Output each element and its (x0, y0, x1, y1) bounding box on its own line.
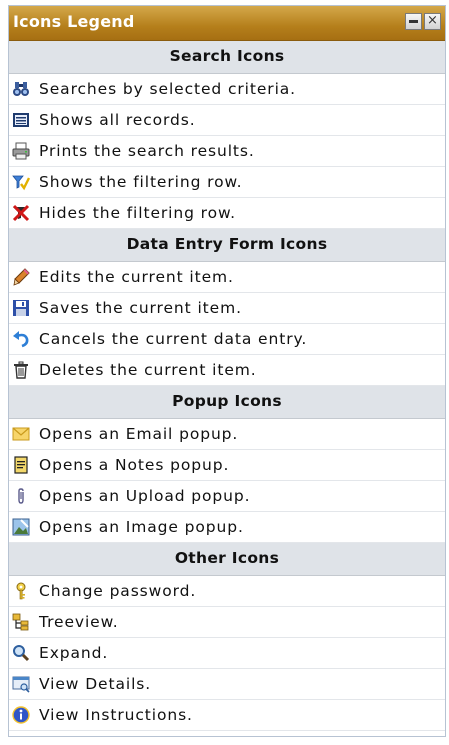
legend-item: Expand. (9, 638, 445, 669)
legend-item: View Instructions. (9, 700, 445, 731)
legend-item-label: Edits the current item. (39, 268, 234, 286)
key-icon (12, 582, 30, 600)
legend-item-label: Prints the search results. (39, 142, 255, 160)
undo-arrow-icon (12, 330, 30, 348)
legend-item-label: Treeview. (39, 613, 119, 631)
legend-item: Shows the filtering row. (9, 167, 445, 198)
trash-can-icon (12, 361, 30, 379)
legend-item: Change password. (9, 576, 445, 607)
records-icon (12, 111, 30, 129)
legend-item: Opens an Image popup. (9, 512, 445, 543)
view-details-icon (12, 675, 30, 693)
legend-item-label: Change password. (39, 582, 197, 600)
info-icon (12, 706, 30, 724)
floppy-disk-icon (12, 299, 30, 317)
legend-item: Opens a Notes popup. (9, 450, 445, 481)
hide-filter-icon (12, 204, 30, 222)
image-icon (12, 518, 30, 536)
section-header-other-icons: Other Icons (9, 543, 445, 576)
legend-item-label: Searches by selected criteria. (39, 80, 297, 98)
legend-item-label: Saves the current item. (39, 299, 242, 317)
legend-item-label: Opens an Upload popup. (39, 487, 251, 505)
close-button[interactable]: × (424, 13, 441, 30)
legend-item: Hides the filtering row. (9, 198, 445, 229)
minimize-icon (409, 20, 418, 23)
minimize-button[interactable] (405, 13, 422, 30)
legend-item: Searches by selected criteria. (9, 74, 445, 105)
legend-item-label: Opens an Image popup. (39, 518, 244, 536)
legend-item: Saves the current item. (9, 293, 445, 324)
legend-item: Shows all records. (9, 105, 445, 136)
close-icon: × (427, 13, 438, 28)
icons-legend-panel: Icons Legend × Search Icons Searches by … (8, 5, 446, 737)
legend-item-label: Opens an Email popup. (39, 425, 239, 443)
legend-item: Opens an Upload popup. (9, 481, 445, 512)
legend-item-label: Cancels the current data entry. (39, 330, 308, 348)
legend-item-label: Expand. (39, 644, 109, 662)
treeview-icon (12, 613, 30, 631)
legend-item: Deletes the current item. (9, 355, 445, 386)
panel-title: Icons Legend (13, 12, 135, 31)
paperclip-icon (12, 487, 30, 505)
notes-icon (12, 456, 30, 474)
legend-item: Opens an Email popup. (9, 419, 445, 450)
legend-item-label: View Instructions. (39, 706, 193, 724)
legend-item: Prints the search results. (9, 136, 445, 167)
title-bar: Icons Legend × (9, 6, 445, 41)
magnifier-icon (12, 644, 30, 662)
legend-item: Cancels the current data entry. (9, 324, 445, 355)
legend-item-label: Opens a Notes popup. (39, 456, 230, 474)
printer-icon (12, 142, 30, 160)
legend-item: Treeview. (9, 607, 445, 638)
legend-item: View Details. (9, 669, 445, 700)
pencil-icon (12, 268, 30, 286)
legend-item: Edits the current item. (9, 262, 445, 293)
legend-item-label: Shows the filtering row. (39, 173, 243, 191)
section-header-data-entry-form-icons: Data Entry Form Icons (9, 229, 445, 262)
binoculars-icon (12, 80, 30, 98)
section-header-popup-icons: Popup Icons (9, 386, 445, 419)
legend-item-label: Deletes the current item. (39, 361, 257, 379)
section-header-search-icons: Search Icons (9, 41, 445, 74)
legend-item-label: Shows all records. (39, 111, 196, 129)
envelope-icon (12, 425, 30, 443)
legend-item-label: Hides the filtering row. (39, 204, 236, 222)
show-filter-icon (12, 173, 30, 191)
legend-item-label: View Details. (39, 675, 152, 693)
